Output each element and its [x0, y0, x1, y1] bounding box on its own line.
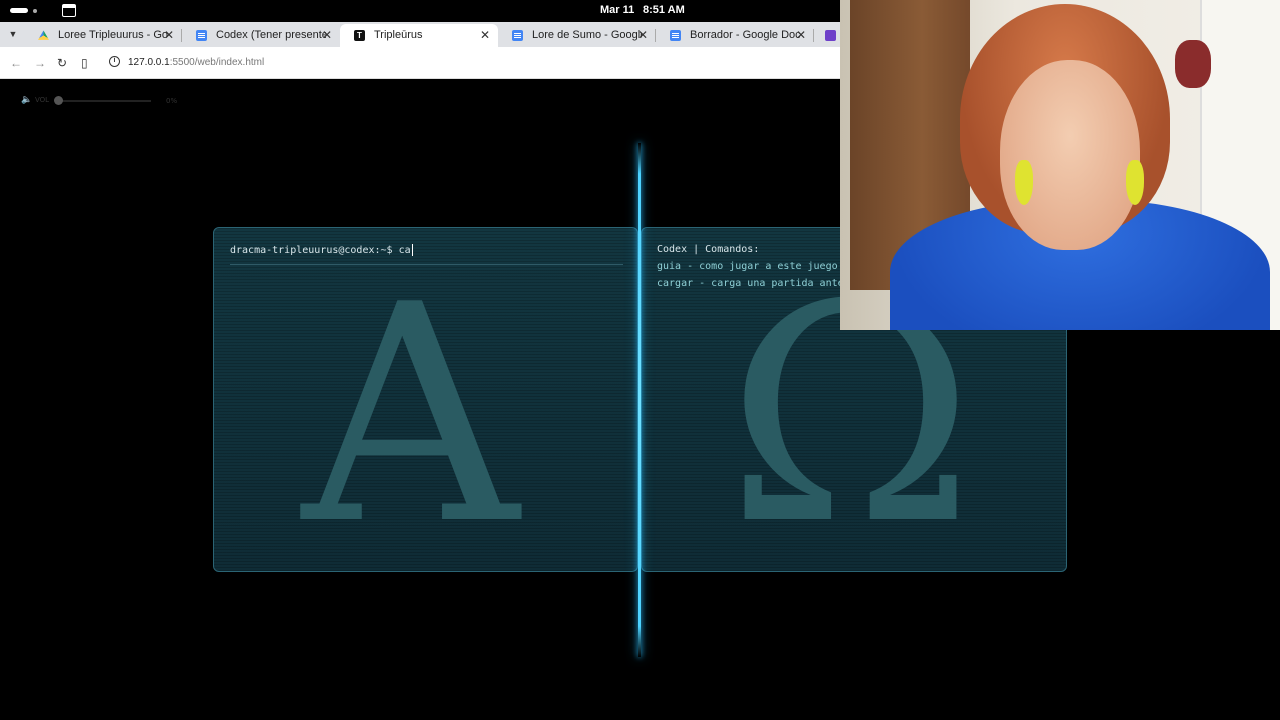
address-bar[interactable]: 127.0.0.1:5500/web/index.html: [128, 57, 264, 68]
system-date[interactable]: Mar 11: [600, 4, 634, 16]
sidebar-toggle-icon[interactable]: ▯: [81, 56, 88, 70]
volume-control: 🔈 VOL 0%: [21, 95, 191, 109]
codex-command-cargar: cargar - carga una partida anter: [657, 278, 850, 289]
terminal-prompt-line[interactable]: dracma-tripleuurus@codex:~$ ca: [230, 244, 413, 256]
terminal-panel[interactable]: Α dracma-tripleuurus@codex:~$ ca: [213, 227, 638, 572]
tab-codex[interactable]: Codex (Tener presente u ✕: [182, 24, 340, 47]
activities-indicator-icon[interactable]: [10, 8, 28, 13]
alpha-glyph: Α: [302, 241, 519, 572]
speaker-icon[interactable]: 🔈: [21, 95, 32, 105]
back-arrow-icon[interactable]: ←: [10, 56, 22, 70]
google-docs-icon: [512, 30, 523, 41]
google-drive-icon: [38, 30, 49, 40]
google-docs-icon: [670, 30, 681, 41]
close-icon[interactable]: ✕: [638, 28, 648, 42]
tab-github-partial[interactable]: [814, 24, 840, 47]
tab-title: Tripleūrus: [374, 29, 423, 41]
tab-title: Borrador - Google Docs: [690, 29, 800, 41]
prompt-divider: [230, 264, 623, 265]
terminal-input[interactable]: ca: [399, 245, 411, 256]
close-icon[interactable]: ✕: [322, 28, 332, 42]
tab-title: Lore de Sumo - Google D: [532, 29, 642, 41]
webcam-overlay: [840, 0, 1280, 330]
tab-borrador[interactable]: Borrador - Google Docs ✕: [656, 24, 814, 47]
terminal-prompt: dracma-tripleuurus@codex:~$: [230, 245, 393, 256]
site-info-icon[interactable]: i: [109, 56, 120, 67]
text-cursor: [411, 244, 413, 256]
forward-arrow-icon[interactable]: →: [34, 56, 46, 70]
github-icon: [825, 30, 836, 41]
browser-toolbar: ← → ↻ ▯ i 127.0.0.1:5500/web/index.html: [0, 47, 840, 79]
volume-slider-track[interactable]: [58, 100, 151, 102]
tab-tripleurus[interactable]: T Tripleūrus ✕: [340, 24, 498, 47]
webcam-earring-right: [1126, 160, 1144, 205]
close-icon[interactable]: ✕: [480, 28, 490, 42]
system-top-bar: Mar 11 8:51 AM: [0, 0, 840, 22]
codex-command-guia: guia - como jugar a este juego: [657, 261, 838, 272]
volume-slider-handle[interactable]: [54, 96, 63, 105]
volume-percent: 0%: [166, 97, 178, 105]
reload-icon[interactable]: ↻: [57, 56, 67, 70]
workspace-dot-icon: [33, 9, 37, 13]
tab-title: Codex (Tener presente u: [216, 29, 326, 41]
tab-title: Loree Tripleuurus - Goog: [58, 29, 168, 41]
webcam-hanging-bag: [1175, 40, 1211, 88]
webcam-earring-left: [1015, 160, 1033, 205]
url-host: 127.0.0.1: [128, 57, 170, 68]
tab-lore-de-sumo[interactable]: Lore de Sumo - Google D ✕: [498, 24, 656, 47]
system-time[interactable]: 8:51 AM: [643, 4, 685, 16]
glowing-divider: [638, 143, 641, 657]
close-icon[interactable]: ✕: [796, 28, 806, 42]
t-app-icon: T: [354, 30, 365, 41]
google-docs-icon: [196, 30, 207, 41]
volume-label: VOL: [35, 96, 50, 104]
webcam-face: [1000, 60, 1140, 250]
browser-tab-strip: ▼ Loree Tripleuurus - Goog ✕ Codex (Tene…: [0, 22, 840, 47]
tab-loree-tripleuurus[interactable]: Loree Tripleuurus - Goog ✕: [24, 24, 182, 47]
codex-header: Codex | Comandos:: [657, 244, 760, 255]
window-icon[interactable]: [62, 4, 76, 17]
url-path: :5500/web/index.html: [169, 57, 265, 68]
close-icon[interactable]: ✕: [164, 28, 174, 42]
tab-list-chevron-down-icon[interactable]: ▼: [7, 28, 19, 40]
